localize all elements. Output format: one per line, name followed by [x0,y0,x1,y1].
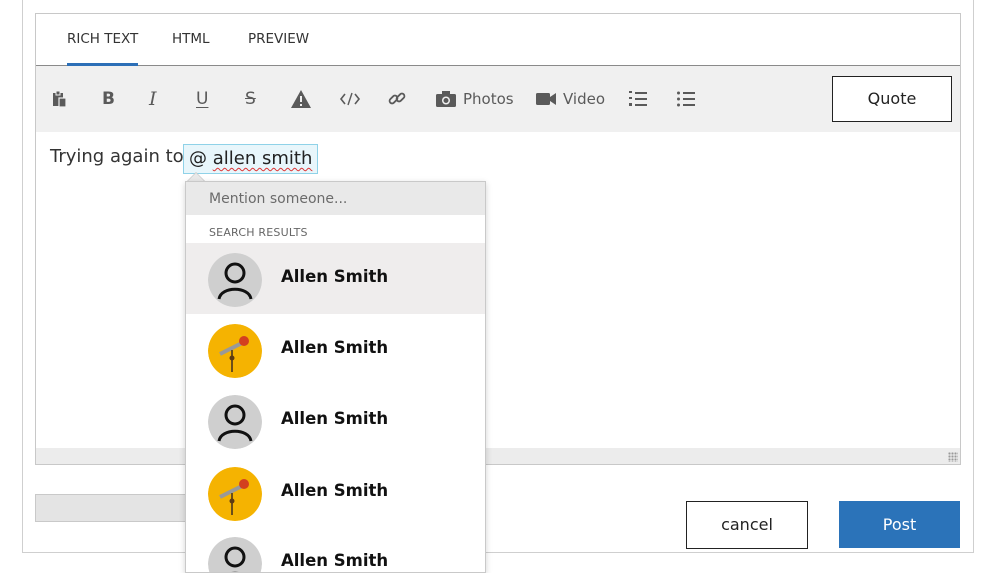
mention-result[interactable]: Allen Smith [186,457,485,528]
telescope-avatar [208,467,262,521]
result-name: Allen Smith [281,409,389,428]
italic-icon: I [149,88,157,110]
result-name: Allen Smith [281,481,389,500]
mention-at-symbol: @ [189,148,207,169]
video-label: Video [563,90,606,108]
numbered-list-icon [628,90,648,108]
tab-html[interactable]: HTML [172,14,210,65]
mention-token[interactable]: @ allen smith [183,144,319,174]
warning-icon [290,89,312,109]
clipboard-icon [50,90,68,108]
default-person-icon [208,395,262,449]
search-results-header: SEARCH RESULTS [209,226,308,239]
resize-grip-icon[interactable] [948,452,958,462]
video-button[interactable]: Video [535,84,605,114]
link-button[interactable] [387,84,407,114]
mention-popup: SEARCH RESULTS Allen Smith Allen Smith A… [185,181,486,573]
mention-query: allen smith [212,148,313,169]
result-name: Allen Smith [281,551,389,570]
rich-text-editor: RICH TEXT HTML PREVIEW B I U S Photos Vi… [35,13,961,465]
result-name: Allen Smith [281,338,389,357]
default-person-icon [208,253,262,307]
paste-button[interactable] [50,84,68,114]
quote-button[interactable]: Quote [832,76,952,122]
editor-content-area[interactable]: Trying again to @ allen smith [36,132,960,448]
editor-text: Trying again to [50,146,184,167]
underline-icon: U [196,89,209,109]
spoiler-button[interactable] [290,84,312,114]
link-icon [387,89,407,109]
telescope-avatar [208,324,262,378]
italic-button[interactable]: I [149,84,157,114]
bulleted-list-icon [676,90,696,108]
photos-label: Photos [463,90,514,108]
left-bar [35,494,187,522]
mention-result[interactable]: Allen Smith [186,314,485,385]
default-person-icon [208,537,262,572]
underline-button[interactable]: U [196,84,208,114]
mention-result[interactable]: Allen Smith [186,527,485,572]
tab-rich-text[interactable]: RICH TEXT [67,14,139,66]
photos-button[interactable]: Photos [435,84,514,114]
popup-caret [187,172,205,181]
cancel-button[interactable]: cancel [686,501,808,549]
code-icon [339,90,361,108]
mention-result[interactable]: Allen Smith [186,385,485,456]
result-name: Allen Smith [281,267,389,286]
numbered-list-button[interactable] [628,84,648,114]
editor-tabs: RICH TEXT HTML PREVIEW [36,14,960,66]
bold-button[interactable]: B [102,84,115,114]
bold-icon: B [102,89,115,109]
video-camera-icon [535,91,557,107]
post-button[interactable]: Post [839,501,960,548]
mention-search-input[interactable] [186,182,485,215]
camera-icon [435,90,457,108]
strikethrough-icon: S [245,89,256,109]
formatting-toolbar: B I U S Photos Video Quote [36,66,960,132]
editor-statusbar [36,448,960,464]
strikethrough-button[interactable]: S [245,84,256,114]
bulleted-list-button[interactable] [676,84,696,114]
code-button[interactable] [339,84,361,114]
mention-result[interactable]: Allen Smith [186,243,485,314]
tab-preview[interactable]: PREVIEW [248,14,309,65]
